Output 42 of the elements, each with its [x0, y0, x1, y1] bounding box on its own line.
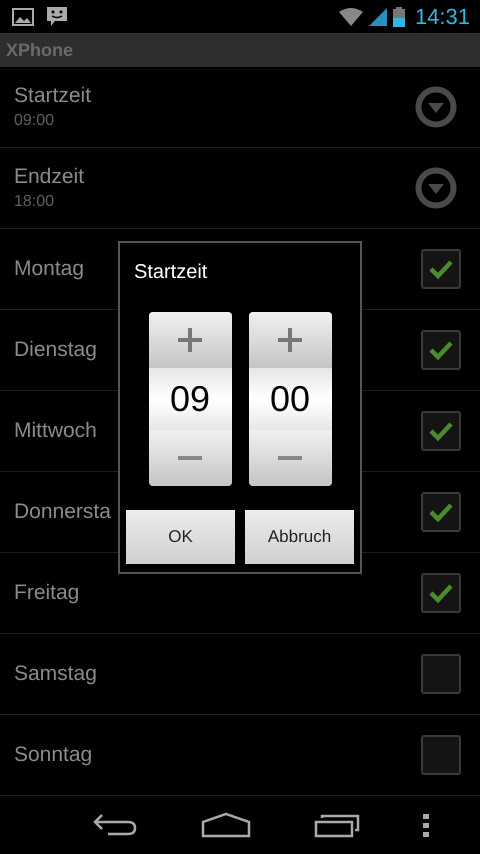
checkbox[interactable] [421, 249, 461, 289]
decrement-button[interactable] [248, 430, 332, 486]
overflow-menu-icon[interactable] [422, 813, 428, 837]
dialog-button[interactable]: OK [126, 510, 235, 564]
image-icon [12, 8, 34, 26]
day-label: Sonntag [14, 743, 92, 767]
setting-value: 09:00 [14, 112, 56, 130]
setting-label: Endzeit [14, 165, 84, 189]
chat-icon [46, 6, 68, 28]
day-label: Freitag [14, 581, 80, 605]
day-label: Donnersta [14, 500, 111, 524]
decrement-button[interactable] [148, 430, 232, 486]
minus-icon [277, 455, 303, 461]
setting-label: Startzeit [14, 84, 92, 108]
day-label: Montag [14, 257, 84, 281]
minus-icon [177, 455, 203, 461]
day-label: Mittwoch [14, 419, 97, 443]
setting-value: 18:00 [14, 193, 56, 211]
plus-icon [177, 327, 203, 353]
app-title: XPhone [6, 40, 74, 60]
checkbox[interactable] [421, 492, 461, 532]
increment-button[interactable] [148, 312, 232, 368]
day-label: Samstag [14, 662, 97, 686]
picker-value[interactable]: 09 [148, 368, 232, 430]
plus-icon [277, 327, 303, 353]
clock: 14:31 [414, 4, 470, 30]
back-icon[interactable] [92, 812, 138, 838]
home-icon[interactable] [200, 812, 250, 838]
increment-button[interactable] [248, 312, 332, 368]
picker-value[interactable]: 00 [248, 368, 332, 430]
checkbox[interactable] [421, 735, 461, 775]
recent-apps-icon[interactable] [314, 812, 360, 838]
checkbox[interactable] [421, 330, 461, 370]
checkbox[interactable] [421, 411, 461, 451]
wifi-icon [338, 8, 363, 26]
checkbox[interactable] [421, 573, 461, 613]
checkbox[interactable] [421, 654, 461, 694]
day-label: Dienstag [14, 338, 97, 362]
signal-icon [368, 8, 387, 26]
dialog-button[interactable]: Abbruch [245, 510, 354, 564]
battery-icon [392, 6, 405, 26]
dialog-title: Startzeit [134, 261, 208, 284]
